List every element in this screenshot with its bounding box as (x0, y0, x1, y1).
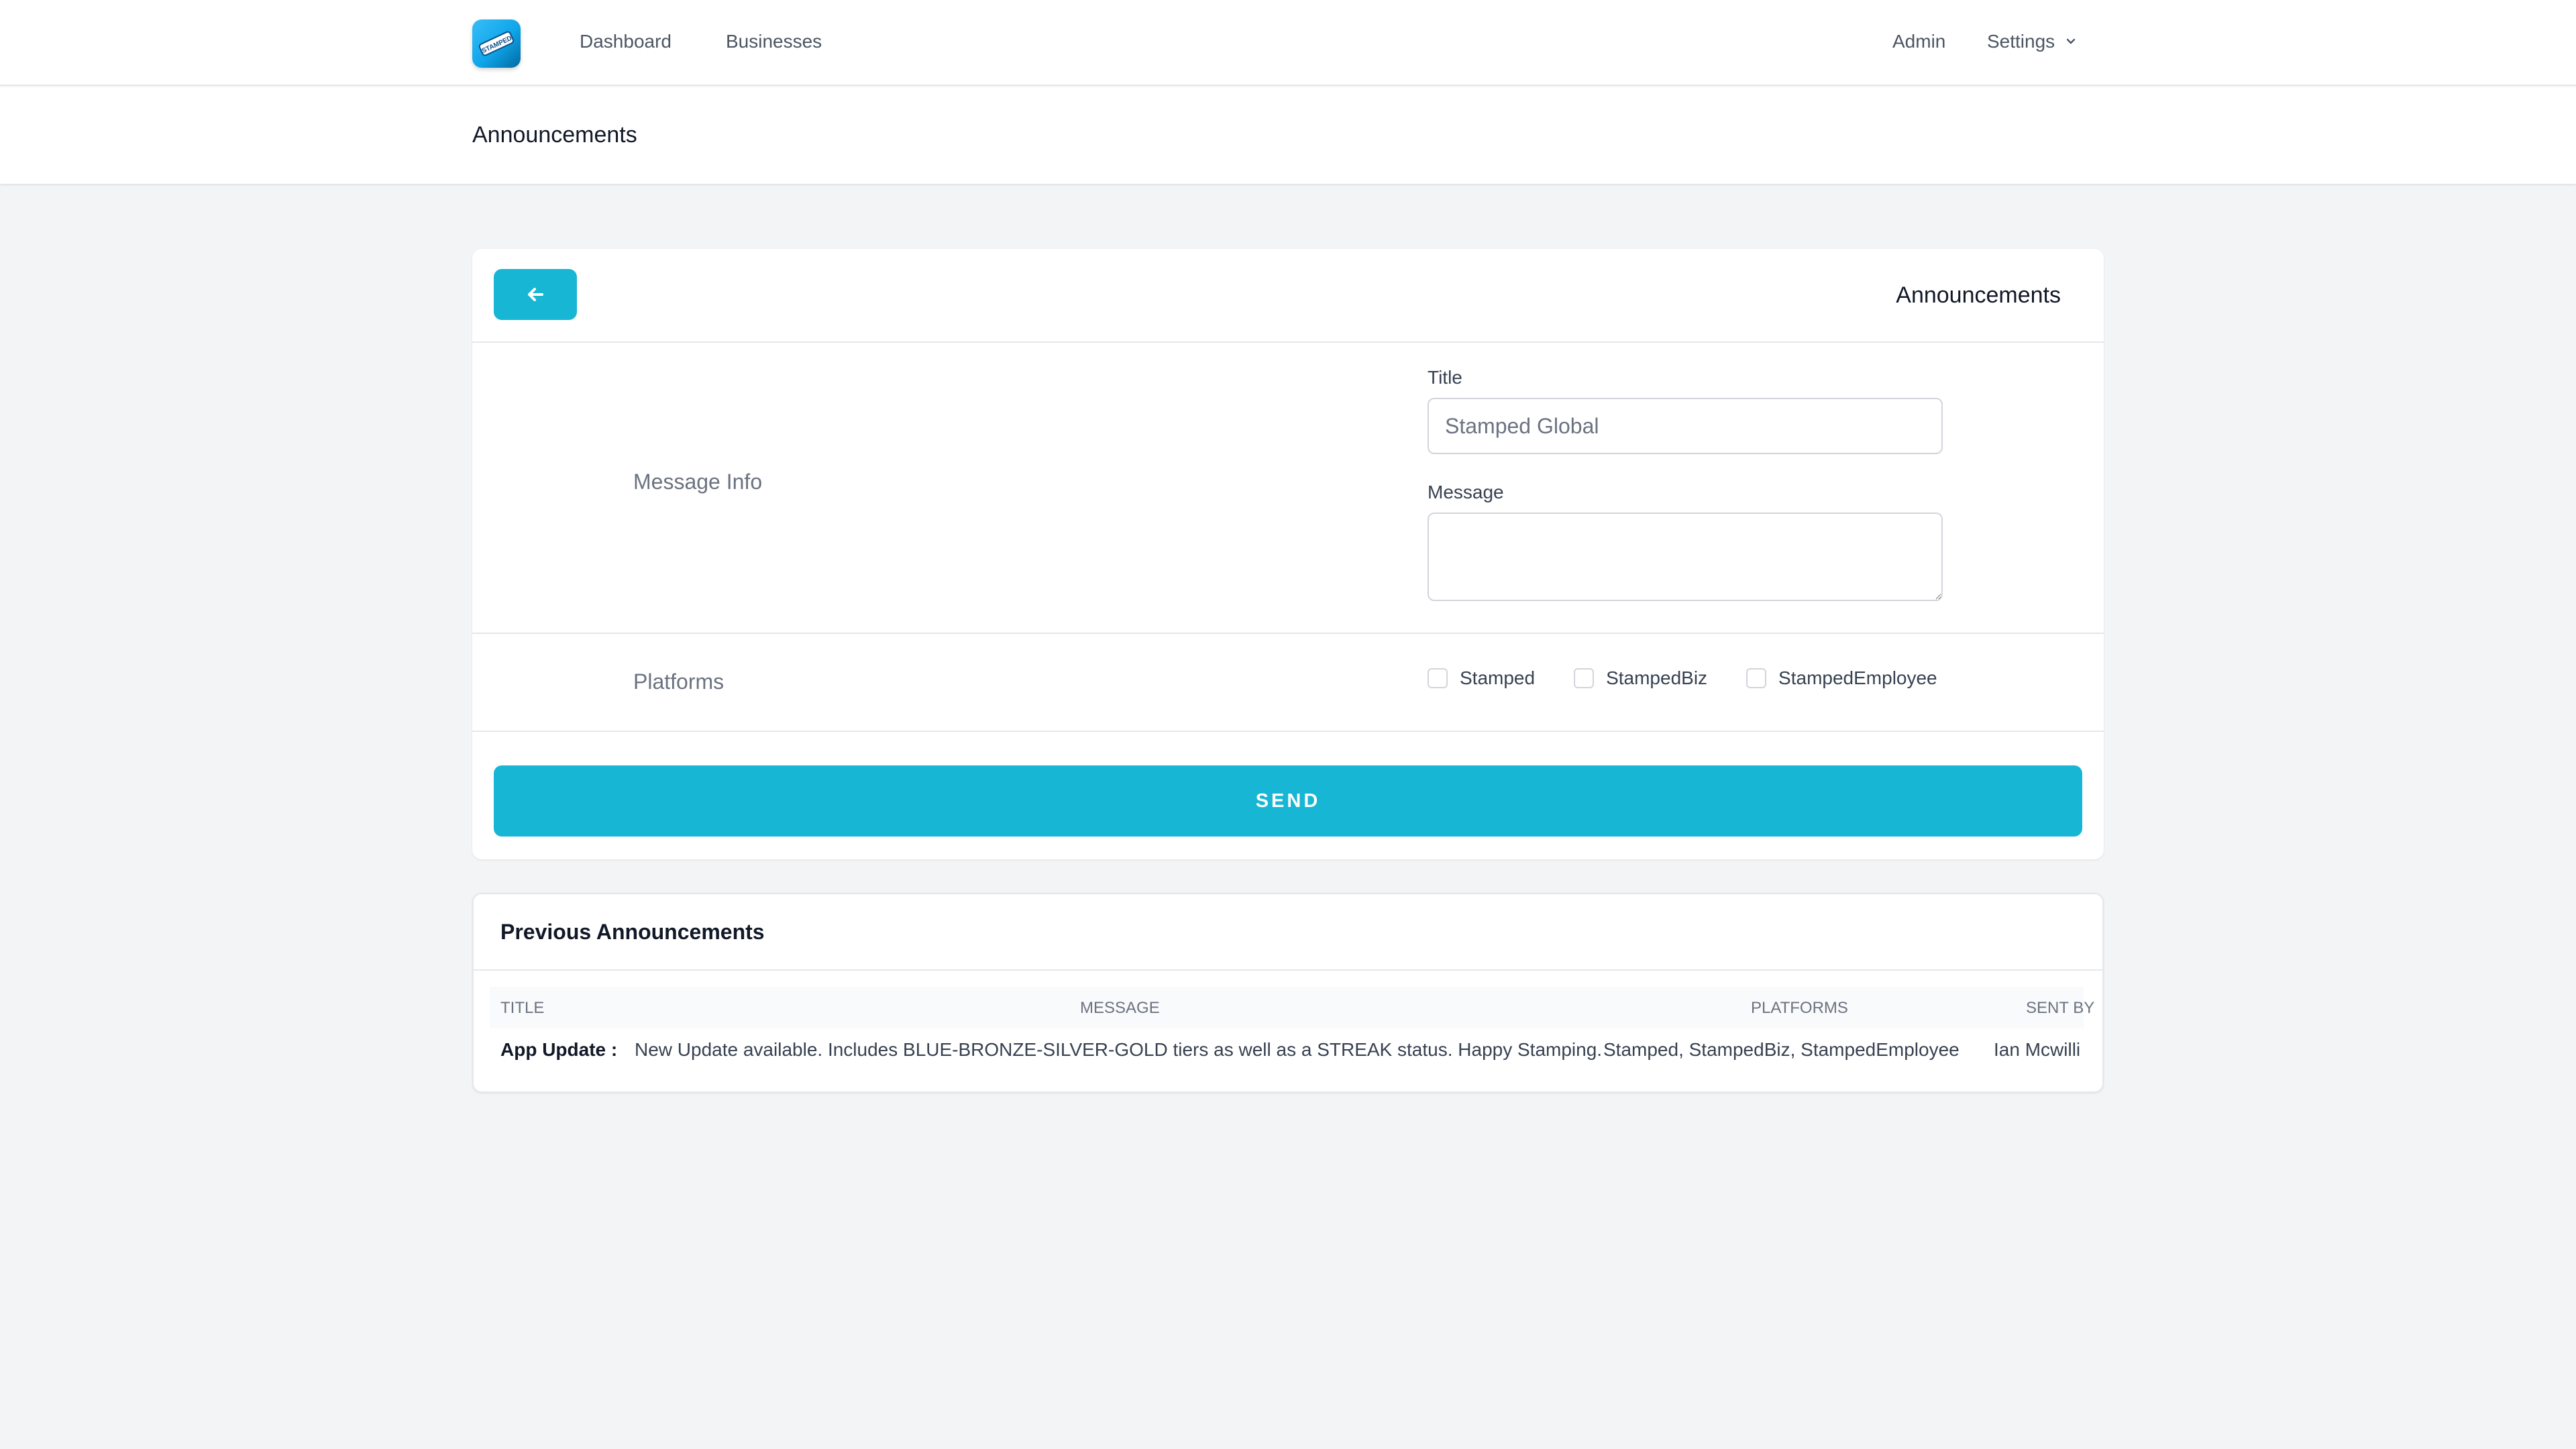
cell-sent-by: Ian Mcwilli (1994, 1039, 2081, 1060)
column-header-title: TITLE (500, 999, 545, 1017)
table-row[interactable]: App Update : New Update available. Inclu… (490, 1032, 2084, 1070)
message-textarea[interactable] (1428, 513, 1943, 601)
divider (474, 969, 2102, 971)
logo[interactable]: STAMPED (472, 19, 521, 68)
checkbox-label: Stamped (1460, 667, 1536, 688)
page-header: Announcements (0, 87, 2576, 184)
checkbox-box[interactable] (1574, 668, 1595, 688)
settings-dropdown[interactable]: Settings (1987, 30, 2078, 54)
divider (472, 633, 2104, 634)
previous-announcements-title: Previous Announcements (500, 920, 765, 944)
title-input[interactable] (1428, 398, 1943, 454)
form-title: Announcements (1896, 282, 2061, 308)
divider (472, 341, 2104, 343)
top-navigation: STAMPED Dashboard Businesses Admin Setti… (0, 0, 2576, 86)
page-title: Announcements (472, 122, 637, 148)
title-label: Title (1428, 367, 1462, 388)
chevron-down-icon (2066, 38, 2076, 44)
section-label-message-info: Message Info (633, 470, 763, 494)
previous-announcements-card: Previous Announcements TITLE MESSAGE PLA… (472, 893, 2104, 1093)
checkbox-label: StampedBiz (1606, 667, 1708, 688)
checkbox-box[interactable] (1746, 668, 1767, 688)
cell-title: App Update : (500, 1039, 618, 1060)
settings-label: Settings (1987, 31, 2055, 52)
message-label: Message (1428, 482, 1504, 502)
nav-businesses[interactable]: Businesses (726, 30, 822, 54)
column-header-sent-by: SENT BY (2026, 999, 2095, 1017)
platform-checkboxes: Stamped StampedBiz StampedEmployee (1428, 667, 1937, 689)
divider (472, 731, 2104, 732)
column-header-platforms: PLATFORMS (1751, 999, 1848, 1017)
back-button[interactable] (494, 269, 577, 320)
announcement-form-card: Announcements Message Info Title Message… (472, 249, 2104, 859)
stamp-logo-icon: STAMPED (478, 31, 515, 56)
checkbox-stampedemployee[interactable]: StampedEmployee (1746, 667, 1937, 689)
nav-dashboard[interactable]: Dashboard (580, 30, 672, 54)
checkbox-box[interactable] (1428, 668, 1448, 688)
arrow-left-icon (528, 288, 543, 301)
table-header: TITLE MESSAGE PLATFORMS SENT BY (490, 987, 2094, 1028)
checkbox-stamped[interactable]: Stamped (1428, 667, 1535, 689)
checkbox-label: StampedEmployee (1778, 667, 1937, 688)
checkbox-stampedbiz[interactable]: StampedBiz (1574, 667, 1707, 689)
nav-admin[interactable]: Admin (1892, 30, 1945, 54)
cell-message: New Update available. Includes BLUE-BRON… (635, 1039, 1603, 1060)
section-label-platforms: Platforms (633, 669, 724, 694)
column-header-message: MESSAGE (1080, 999, 1160, 1017)
cell-platforms: Stamped, StampedBiz, StampedEmployee (1603, 1039, 1960, 1060)
send-button[interactable]: SEND (494, 765, 2082, 837)
